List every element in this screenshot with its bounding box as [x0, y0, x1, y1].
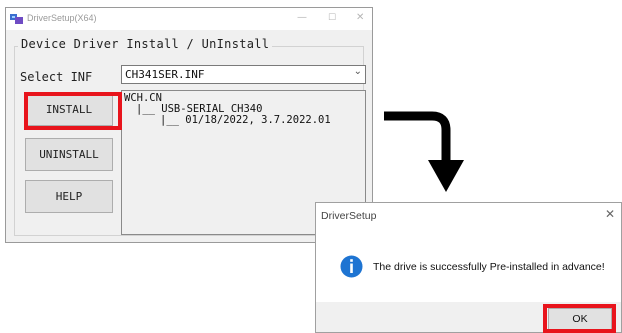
- info-line-version: |__ 01/18/2022, 3.7.2022.01: [160, 114, 331, 126]
- uninstall-button[interactable]: UNINSTALL: [25, 138, 113, 171]
- dialog-message: The drive is successfully Pre-installed …: [373, 261, 605, 273]
- dialog-close-button[interactable]: ✕: [605, 207, 615, 221]
- chevron-down-icon[interactable]: ⌄: [354, 66, 362, 77]
- help-button[interactable]: HELP: [25, 180, 113, 213]
- ok-highlight-box: [543, 304, 616, 333]
- select-inf-label: Select INF: [20, 70, 93, 84]
- close-button[interactable]: ✕: [356, 12, 364, 23]
- dialog-title: DriverSetup: [321, 210, 377, 222]
- inf-select-value: CH341SER.INF: [125, 68, 205, 81]
- title-bar: DriverSetup(X64) — ☐ ✕: [6, 8, 372, 30]
- window-title: DriverSetup(X64): [27, 13, 97, 23]
- maximize-button[interactable]: ☐: [328, 13, 336, 23]
- curved-arrow-down-icon: [384, 111, 464, 192]
- install-highlight-box: [24, 92, 122, 130]
- group-label: Device Driver Install / UnInstall: [18, 37, 273, 51]
- info-icon: [340, 255, 363, 278]
- minimize-button[interactable]: —: [297, 12, 307, 23]
- inf-select[interactable]: CH341SER.INF ⌄: [121, 65, 366, 84]
- setup-app-icon: [10, 14, 23, 24]
